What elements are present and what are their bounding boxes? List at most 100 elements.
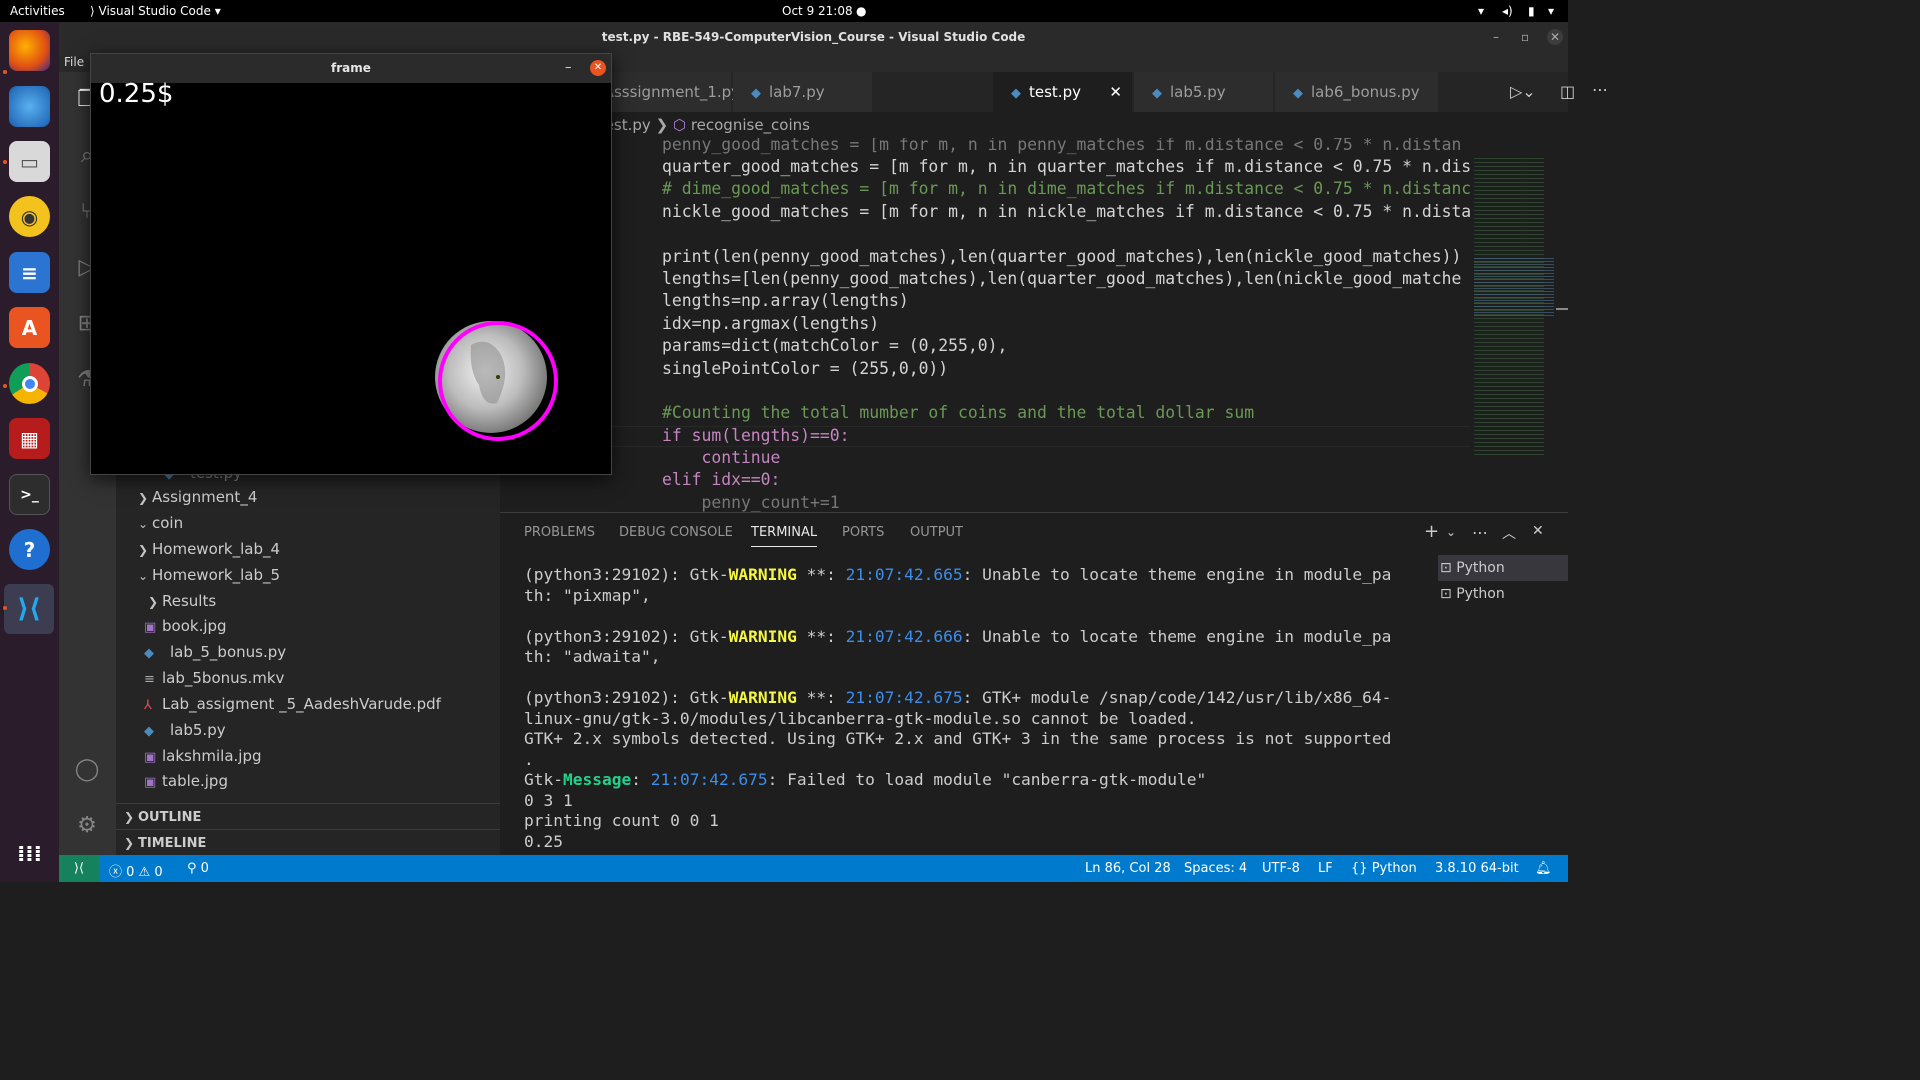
terminal-instance[interactable]: ⊡ Python — [1438, 555, 1568, 581]
tree-label: Results — [162, 592, 217, 610]
tree-label: book.jpg — [162, 617, 227, 635]
software-center-icon[interactable]: A — [9, 307, 50, 348]
chevron-right-icon: ❯ — [138, 491, 149, 505]
close-panel-icon[interactable]: ✕ — [1532, 523, 1544, 539]
rhythmbox-icon[interactable]: ◉ — [9, 196, 50, 237]
ubuntu-dock: ▭ ◉ ≡ A ▦ >_ ? ⟩⟨ ⁞⁞⁞ — [0, 22, 59, 882]
clock[interactable]: Oct 9 21:08 — [782, 4, 853, 18]
tree-file-lab-assigment-pdf[interactable]: ⅄ Lab_assigment _5_AadeshVarude.pdf — [144, 691, 441, 717]
tab-lab6-bonus[interactable]: ◆ lab6_bonus.py — [1275, 72, 1439, 112]
files-icon[interactable]: ▭ — [9, 141, 50, 182]
battery-icon[interactable]: ▮ — [1528, 4, 1535, 18]
firefox-icon[interactable] — [9, 30, 50, 71]
vscode-dock-icon[interactable]: ⟩⟨ — [4, 584, 54, 634]
language-mode[interactable]: {} Python — [1351, 861, 1417, 876]
maximize-button[interactable]: ▫ — [1521, 30, 1529, 44]
accounts-icon[interactable]: ◯ — [73, 756, 101, 784]
tree-folder-homework-lab-5[interactable]: ⌄ Homework_lab_5 — [138, 562, 280, 588]
outline-label: OUTLINE — [138, 810, 202, 825]
frame-close-button[interactable]: ✕ — [590, 60, 606, 76]
pdf-file-icon: ⅄ — [144, 698, 152, 713]
code-editor[interactable]: penny_good_matches = [m for m, n in penn… — [500, 138, 1470, 512]
tab-terminal[interactable]: TERMINAL — [751, 525, 818, 547]
minimap-slider[interactable] — [1556, 308, 1568, 310]
panel-more-icon[interactable]: ⋯ — [1472, 523, 1488, 542]
generic-file-icon: ≡ — [144, 672, 155, 687]
maximize-panel-icon[interactable]: ︿ — [1502, 523, 1516, 543]
chevron-right-icon: ❯ — [124, 810, 135, 824]
running-indicator — [3, 606, 7, 610]
breadcrumb-symbol[interactable]: recognise_coins — [691, 116, 810, 134]
image-file-icon: ▣ — [144, 775, 157, 790]
app-menu[interactable]: ⟩ Visual Studio Code ▾ — [90, 4, 221, 18]
cursor-position[interactable]: Ln 86, Col 28 — [1085, 861, 1171, 876]
notifications-bell-icon[interactable]: 🔔︎ — [1535, 861, 1552, 876]
code-line: print(len(penny_good_matches),len(quarte… — [662, 247, 1462, 266]
tree-file-lab-5bonus-mkv[interactable]: ≡ lab_5bonus.mkv — [144, 665, 284, 691]
chrome-icon[interactable] — [9, 363, 50, 404]
tree-file-lab-5-bonus-py[interactable]: ◆ lab_5_bonus.py — [144, 639, 286, 665]
window-title: test.py - RBE-549-ComputerVision_Course … — [59, 22, 1568, 52]
frame-minimize-button[interactable]: – — [565, 60, 572, 75]
tree-folder-results[interactable]: ❯ Results — [148, 588, 216, 614]
terminal-instance[interactable]: ⊡ Python — [1438, 581, 1568, 607]
ports-status[interactable]: ⚲ 0 — [187, 861, 209, 876]
tree-folder-homework-lab-4[interactable]: ❯ Homework_lab_4 — [138, 536, 280, 562]
timeline-label: TIMELINE — [138, 836, 207, 851]
minimap[interactable] — [1470, 138, 1568, 512]
help-icon[interactable]: ? — [9, 529, 50, 570]
tree-file-lakshmila-jpg[interactable]: ▣ lakshmila.jpg — [144, 743, 262, 769]
close-tab-icon[interactable]: ✕ — [1109, 72, 1122, 112]
activities-button[interactable]: Activities — [10, 4, 65, 18]
tab-lab5[interactable]: ◆ lab5.py — [1134, 72, 1274, 112]
breadcrumb: de_lab7 ❯ ◆test.py ❯ ⬡ recognise_coins — [500, 112, 1568, 138]
remote-indicator-icon[interactable]: ⟩⟨ — [59, 855, 99, 882]
minimize-button[interactable]: – — [1493, 30, 1499, 44]
terminal-icon[interactable]: >_ — [9, 474, 50, 515]
split-editor-icon[interactable]: ◫ — [1560, 82, 1575, 101]
terminal-output[interactable]: (python3:29102): Gtk-WARNING **: 21:07:4… — [524, 565, 1404, 874]
tree-file-lab5-py[interactable]: ◆ lab5.py — [144, 717, 226, 743]
status-bar: ⟩⟨ ⓧ 0 ⚠ 0 ⚲ 0 Ln 86, Col 28 Spaces: 4 U… — [59, 855, 1568, 882]
tab-output[interactable]: OUTPUT — [910, 525, 963, 540]
encoding[interactable]: UTF-8 — [1262, 861, 1300, 876]
new-terminal-icon[interactable]: + — [1424, 521, 1439, 542]
system-menu-chevron-icon[interactable]: ▾ — [1548, 4, 1554, 18]
chevron-right-icon: ❯ — [148, 595, 159, 609]
run-icon[interactable]: ▷⌄ — [1510, 82, 1536, 101]
volume-icon[interactable]: ◂) — [1502, 4, 1513, 18]
dollar-total-overlay: 0.25$ — [99, 79, 174, 109]
menu-file[interactable]: File — [64, 55, 84, 69]
show-apps-icon[interactable]: ⁞⁞⁞ — [9, 834, 50, 875]
tab-test-py[interactable]: ◆ test.py ✕ — [993, 72, 1133, 112]
terminal-icon: ⊡ — [1440, 586, 1457, 602]
tree-folder-assignment-4[interactable]: ❯ Assignment_4 — [138, 484, 257, 510]
terminal-dropdown-icon[interactable]: ⌄ — [1446, 525, 1456, 539]
tab-problems[interactable]: PROBLEMS — [524, 525, 595, 540]
wifi-icon[interactable]: ▾ — [1478, 4, 1484, 18]
tab-ports[interactable]: PORTS — [842, 525, 884, 540]
timeline-section[interactable]: ❯ TIMELINE — [116, 829, 500, 855]
more-actions-icon[interactable]: ⋯ — [1592, 80, 1608, 99]
settings-gear-icon[interactable]: ⚙ — [73, 812, 101, 840]
python-interpreter[interactable]: 3.8.10 64-bit — [1435, 861, 1519, 876]
thunderbird-icon[interactable] — [9, 86, 50, 127]
editor-tabs: arude_Lab_Asssignment_1.py ◆ lab7.py ◆ tes… — [500, 72, 1608, 112]
chevron-down-icon: ⌄ — [138, 517, 149, 531]
tree-file-book-jpg[interactable]: ▣ book.jpg — [144, 613, 227, 639]
tree-folder-coin[interactable]: ⌄ coin — [138, 510, 183, 536]
python-file-icon: ◆ — [751, 86, 761, 101]
outline-section[interactable]: ❯ OUTLINE — [116, 803, 500, 829]
bottom-panel: PROBLEMS DEBUG CONSOLE TERMINAL PORTS OU… — [500, 512, 1568, 874]
notification-dot: ● — [856, 4, 867, 18]
close-window-button[interactable]: ✕ — [1547, 29, 1563, 45]
remote-desktop-icon[interactable]: ▦ — [9, 418, 50, 459]
problems-status[interactable]: ⓧ 0 ⚠ 0 — [109, 861, 163, 880]
indentation[interactable]: Spaces: 4 — [1184, 861, 1247, 876]
tree-file-table-jpg[interactable]: ▣ table.jpg — [144, 768, 228, 794]
tab-debug-console[interactable]: DEBUG CONSOLE — [619, 525, 733, 540]
tab-lab7[interactable]: ◆ lab7.py — [733, 72, 873, 112]
running-indicator — [3, 160, 7, 164]
writer-icon[interactable]: ≡ — [9, 252, 50, 293]
end-of-line[interactable]: LF — [1318, 861, 1333, 876]
